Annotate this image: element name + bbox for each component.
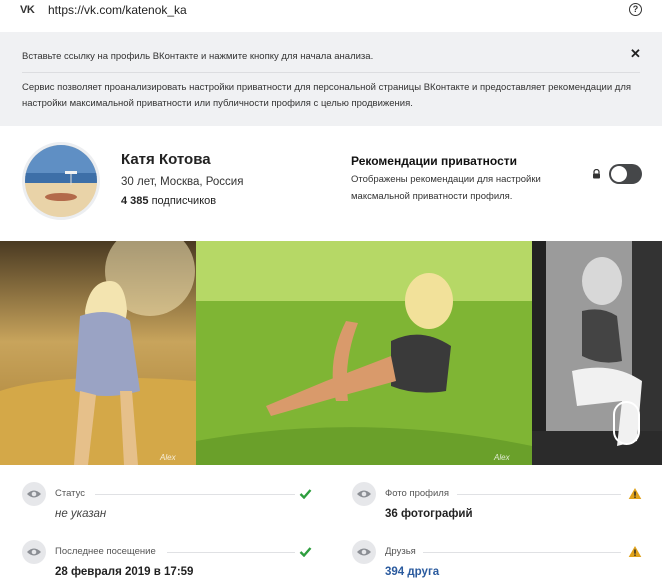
avatar: [22, 142, 100, 220]
check-icon: [299, 489, 312, 499]
eye-icon: [22, 482, 46, 506]
profile-photo-3[interactable]: [532, 241, 662, 465]
url-bar[interactable]: VK https://vk.com/katenok_ka ?: [0, 0, 662, 22]
check-icon: [299, 547, 312, 557]
field-label: Последнее посещение: [55, 546, 156, 557]
notice-instruction: Вставьте ссылку на профиль ВКонтакте и н…: [22, 51, 374, 62]
subscribers-label: подписчиков: [151, 195, 217, 207]
notice-divider: [22, 72, 640, 73]
close-icon[interactable]: ✕: [630, 46, 641, 62]
info-notice: Вставьте ссылку на профиль ВКонтакте и н…: [0, 32, 662, 126]
friends-link[interactable]: 394 друга: [385, 566, 439, 578]
notice-description: Сервис позволяет проанализировать настро…: [22, 82, 632, 109]
field-divider: [167, 552, 295, 553]
profile-name: Катя Котова: [121, 151, 211, 168]
url-input[interactable]: https://vk.com/katenok_ka: [48, 3, 187, 17]
warning-icon: [628, 488, 642, 499]
field-label: Статус: [55, 488, 86, 499]
profile-photo-1[interactable]: Alex: [0, 241, 196, 465]
avatar-photo: [25, 145, 97, 217]
toggle-knob: [611, 166, 627, 182]
photo-watermark: Alex: [494, 453, 510, 462]
eye-icon: [352, 482, 376, 506]
profile-photo-2[interactable]: Alex: [196, 241, 532, 465]
privacy-toggle[interactable]: [609, 164, 642, 184]
eye-icon: [22, 540, 46, 564]
photo-strip: Alex Alex: [0, 241, 662, 465]
field-label: Друзья: [385, 546, 416, 557]
recommendations-description: Отображены рекомендации для настройки ма…: [351, 174, 541, 202]
photo-watermark: Alex: [160, 453, 176, 462]
vk-logo-icon: VK: [20, 4, 35, 16]
recommendations-title: Рекомендации приватности: [351, 154, 518, 168]
profile-meta: 30 лет, Москва, Россия: [121, 176, 244, 188]
eye-icon: [352, 540, 376, 564]
warning-icon: [628, 546, 642, 557]
subscribers-count: 4 385: [121, 195, 149, 207]
field-divider: [95, 494, 295, 495]
field-value: 36 фотографий: [385, 508, 473, 520]
field-value: не указан: [55, 508, 107, 520]
scroll-handle[interactable]: [613, 401, 640, 445]
help-icon[interactable]: ?: [629, 3, 642, 16]
field-divider: [457, 494, 621, 495]
field-divider: [423, 552, 621, 553]
field-value: 28 февраля 2019 в 17:59: [55, 566, 194, 578]
field-label: Фото профиля: [385, 488, 449, 499]
lock-icon: [593, 169, 600, 179]
profile-subscribers: 4 385 подписчиков: [121, 195, 216, 207]
